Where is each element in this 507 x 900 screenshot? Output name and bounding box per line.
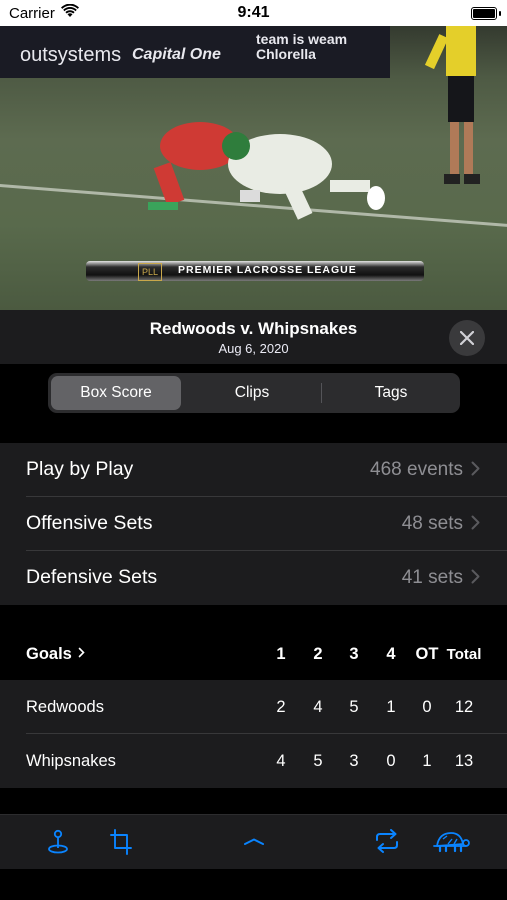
league-name: PREMIER LACROSSE LEAGUE <box>178 264 357 276</box>
battery-tip <box>499 11 501 16</box>
sponsor-ad: Capital One <box>132 46 221 63</box>
period-header: 4 <box>386 645 396 663</box>
referee-figure <box>424 26 480 184</box>
sponsor-banner: outsystems Capital One team is weam Chlo… <box>0 26 390 78</box>
bottom-toolbar <box>0 814 507 869</box>
score-cell: 0 <box>422 698 432 716</box>
game-title: Redwoods v. Whipsnakes <box>149 319 358 338</box>
score-cell: 3 <box>349 752 359 770</box>
list-item-label: Offensive Sets <box>26 512 153 534</box>
period-header: 3 <box>349 645 359 663</box>
score-cell: 1 <box>422 752 432 770</box>
period-header: Total <box>446 646 482 663</box>
sponsor-ad: outsystems <box>20 44 122 66</box>
chevron-right-icon <box>471 515 480 530</box>
close-icon <box>460 331 474 345</box>
players-image <box>148 122 385 220</box>
score-cell: 12 <box>454 698 474 716</box>
table-row: Whipsnakes 4 5 3 0 1 13 <box>0 734 507 788</box>
status-bar: Carrier 9:41 <box>0 0 507 26</box>
box-score-header: Goals 1 2 3 4 OT Total <box>0 626 507 680</box>
turtle-icon[interactable] <box>432 829 470 855</box>
score-cell: 0 <box>386 752 396 770</box>
table-row: Redwoods 2 4 5 1 0 12 <box>0 680 507 734</box>
list-item-value: 48 sets <box>401 513 463 534</box>
tab-box-score[interactable]: Box Score <box>51 376 181 410</box>
score-cell: 5 <box>313 752 323 770</box>
box-score-table: Redwoods 2 4 5 1 0 12 Whipsnakes 4 5 3 0… <box>0 680 507 788</box>
list-item-value: 468 events <box>370 459 463 480</box>
period-header: 2 <box>313 645 323 663</box>
sponsor-ad: team is weam Chlorella <box>256 31 348 62</box>
clock: 9:41 <box>237 4 270 21</box>
list-item-defensive-sets[interactable]: Defensive Sets 41 sets <box>0 551 507 605</box>
tab-clips[interactable]: Clips <box>184 376 320 410</box>
score-cell: 4 <box>313 698 323 716</box>
crop-icon[interactable] <box>110 829 132 855</box>
stats-list: Play by Play 468 events Offensive Sets 4… <box>0 443 507 605</box>
period-header: 1 <box>276 645 286 663</box>
score-cell: 5 <box>349 698 359 716</box>
score-cell: 2 <box>276 698 286 716</box>
period-header: OT <box>415 645 439 663</box>
chevron-right-icon <box>78 647 85 658</box>
score-cell: 13 <box>454 752 474 770</box>
goals-link[interactable]: Goals <box>26 645 72 664</box>
list-item-value: 41 sets <box>401 567 463 588</box>
chevron-up-icon[interactable] <box>243 837 265 847</box>
team-name: Whipsnakes <box>26 752 116 770</box>
list-item-play-by-play[interactable]: Play by Play 468 events <box>0 443 507 497</box>
game-date: Aug 6, 2020 <box>218 341 289 356</box>
list-item-label: Play by Play <box>26 458 134 480</box>
battery-icon <box>471 7 497 20</box>
league-logo: PLL <box>138 263 162 281</box>
chevron-right-icon <box>471 461 480 476</box>
repeat-icon[interactable] <box>374 829 400 853</box>
list-item-label: Defensive Sets <box>26 566 158 588</box>
tab-tags[interactable]: Tags <box>324 376 458 410</box>
segment-divider <box>321 383 322 403</box>
view-segmented-control: Box Score Clips Tags <box>48 373 460 413</box>
game-header: Redwoods v. Whipsnakes Aug 6, 2020 <box>0 310 507 364</box>
score-cell: 4 <box>276 752 286 770</box>
close-button[interactable] <box>449 320 485 356</box>
team-name: Redwoods <box>26 698 104 716</box>
location-pin-icon[interactable] <box>46 829 70 855</box>
score-cell: 1 <box>386 698 396 716</box>
video-player[interactable]: outsystems Capital One team is weam Chlo… <box>0 26 507 310</box>
chevron-right-icon <box>471 569 480 584</box>
list-item-offensive-sets[interactable]: Offensive Sets 48 sets <box>0 497 507 551</box>
league-lower-third: PLL PREMIER LACROSSE LEAGUE <box>86 261 424 281</box>
